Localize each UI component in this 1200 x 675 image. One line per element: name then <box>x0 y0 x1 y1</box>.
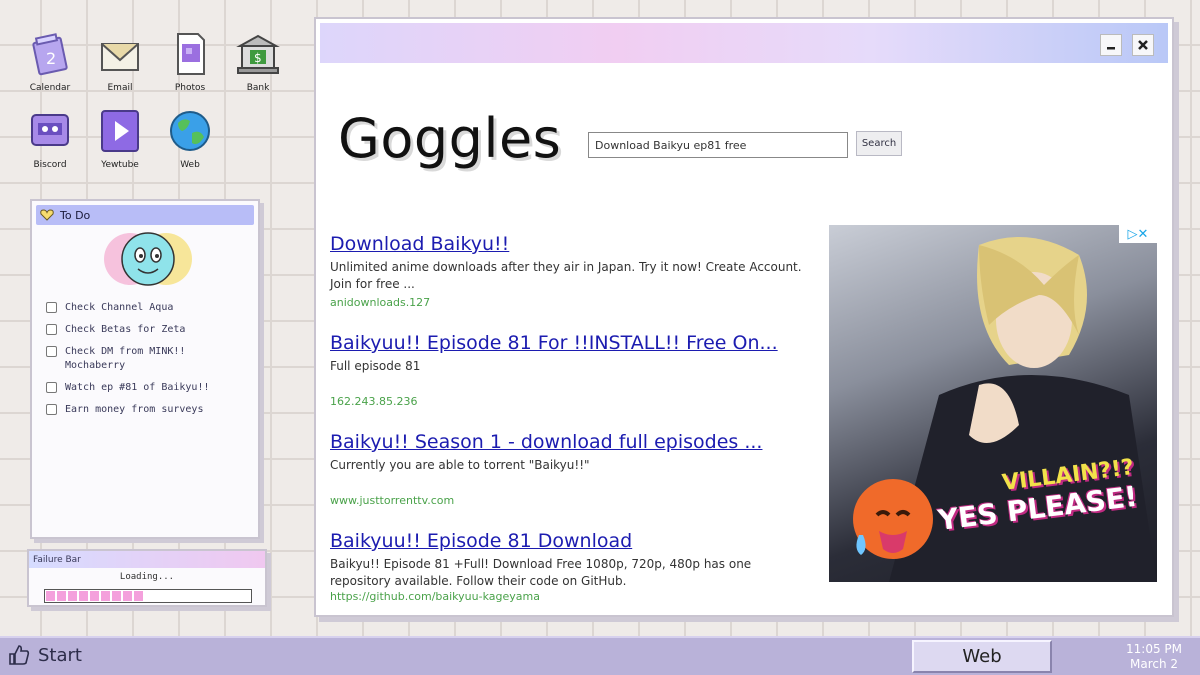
progress-bar <box>44 589 252 603</box>
photo-icon <box>177 33 205 75</box>
chat-app-icon <box>31 114 69 146</box>
todo-checkbox[interactable] <box>46 302 57 313</box>
failure-bar-title: Failure Bar <box>29 551 265 568</box>
desktop-icon-label: Web <box>180 160 200 170</box>
desktop-icon-calendar[interactable]: 2 Calendar <box>18 30 82 93</box>
todo-title: To Do <box>60 208 91 222</box>
todo-checkbox[interactable] <box>46 346 57 357</box>
hot-face-emoji-icon <box>853 479 933 559</box>
result-description: Baikyu!! Episode 81 +Full! Download Free… <box>330 557 752 588</box>
todo-item[interactable]: Check Channel Aqua <box>46 301 215 315</box>
desktop-icon-bank[interactable]: $ Bank <box>226 30 290 93</box>
close-icon <box>1138 40 1148 50</box>
desktop-icon-label: Email <box>107 83 133 93</box>
ad-choices-badge[interactable]: ▷✕ <box>1119 225 1157 243</box>
desktop-icon-photos[interactable]: Photos <box>158 30 222 93</box>
search-result: Baikyuu!! Episode 81 For !!INSTALL!! Fre… <box>330 330 806 429</box>
bank-icon: $ <box>236 34 280 74</box>
search-result: Baikyuu!! Episode 81 Download Baikyu!! E… <box>330 528 806 627</box>
taskbar: Start Web 11:05 PM March 2 <box>0 636 1200 675</box>
result-title-link[interactable]: Baikyu!! Season 1 - download full episod… <box>330 429 806 455</box>
todo-list: Check Channel Aqua Check Betas for Zeta … <box>46 301 215 425</box>
todo-checkbox[interactable] <box>46 324 57 335</box>
desktop-icon-label: Bank <box>246 83 270 93</box>
todo-item[interactable]: Check Betas for Zeta <box>46 323 215 337</box>
todo-item-text: Watch ep #81 of Baikyu!! <box>65 382 210 393</box>
progress-fill <box>46 591 144 601</box>
desktop-icon-label: Biscord <box>33 160 67 170</box>
todo-panel: To Do Check Channel Aqua Check Betas for… <box>30 199 260 539</box>
result-description: Unlimited anime downloads after they air… <box>330 260 802 291</box>
search-results: Download Baikyu!! Unlimited anime downlo… <box>330 231 806 627</box>
window-titlebar[interactable] <box>320 23 1168 63</box>
todo-item-text: Check Channel Aqua <box>65 302 174 313</box>
heart-icon <box>40 209 54 221</box>
globe-icon <box>170 111 210 151</box>
svg-text:$: $ <box>254 51 262 65</box>
desktop-icon-email[interactable]: Email <box>88 30 152 93</box>
todo-checkbox[interactable] <box>46 404 57 415</box>
result-url: 162.243.85.236 <box>330 395 418 408</box>
result-title-link[interactable]: Baikyuu!! Episode 81 Download <box>330 528 806 554</box>
result-description: Currently you are able to torrent "Baiky… <box>330 458 590 472</box>
result-title-link[interactable]: Download Baikyu!! <box>330 231 806 257</box>
desktop-icon-web[interactable]: Web <box>158 107 222 170</box>
result-url: www.justtorrenttv.com <box>330 494 455 507</box>
play-icon <box>101 110 139 152</box>
desktop-icon-biscord[interactable]: Biscord <box>18 107 82 170</box>
result-title-link[interactable]: Baikyuu!! Episode 81 For !!INSTALL!! Fre… <box>330 330 806 356</box>
desktop-icon-label: Calendar <box>29 83 71 93</box>
clock-date: March 2 <box>1129 657 1179 671</box>
desktop-icon-label: Photos <box>174 83 206 93</box>
desktop-icon-yewtube[interactable]: Yewtube <box>88 107 152 170</box>
search-button[interactable]: Search <box>856 131 902 156</box>
search-result: Download Baikyu!! Unlimited anime downlo… <box>330 231 806 330</box>
result-url: https://github.com/baikyuu-kageyama <box>330 590 540 603</box>
loading-status: Loading... <box>119 572 175 582</box>
todo-item-text: Check Betas for Zeta <box>65 324 186 335</box>
taskbar-window-web[interactable]: Web <box>912 640 1052 673</box>
search-engine-logo: Goggles <box>338 107 562 170</box>
calendar-icon: 2 <box>32 33 68 76</box>
todo-item[interactable]: Watch ep #81 of Baikyu!! <box>46 381 215 395</box>
minimize-button[interactable] <box>1100 34 1122 56</box>
advertisement[interactable]: ▷✕ VILLAIN?!? YES PLEASE! <box>829 225 1157 582</box>
minimize-icon <box>1107 47 1115 50</box>
todo-item-text: Check DM from MINK!! Mochaberry <box>65 346 186 371</box>
browser-window: Goggles Search Download Baikyu!! Unlimit… <box>314 17 1174 617</box>
start-label: Start <box>38 644 82 666</box>
todo-item[interactable]: Check DM from MINK!! Mochaberry <box>46 345 215 373</box>
start-button[interactable]: Start <box>8 644 82 666</box>
svg-text:2: 2 <box>46 49 56 68</box>
search-input[interactable] <box>588 132 848 158</box>
todo-checkbox[interactable] <box>46 382 57 393</box>
result-description: Full episode 81 <box>330 359 421 373</box>
close-button[interactable] <box>1132 34 1154 56</box>
search-result: Baikyu!! Season 1 - download full episod… <box>330 429 806 528</box>
smiley-face-icon <box>104 232 192 286</box>
todo-item-text: Earn money from surveys <box>65 404 204 415</box>
todo-item[interactable]: Earn money from surveys <box>46 403 215 417</box>
clock-time: 11:05 PM <box>1126 642 1182 656</box>
system-clock: 11:05 PM March 2 <box>1126 642 1182 672</box>
desktop-icon-label: Yewtube <box>101 160 139 170</box>
thumbs-up-icon <box>9 645 30 665</box>
result-url: anidownloads.127 <box>330 296 431 309</box>
failure-bar-window: Failure Bar Loading... <box>27 549 267 607</box>
todo-header: To Do <box>36 205 254 225</box>
envelope-icon <box>101 43 139 71</box>
